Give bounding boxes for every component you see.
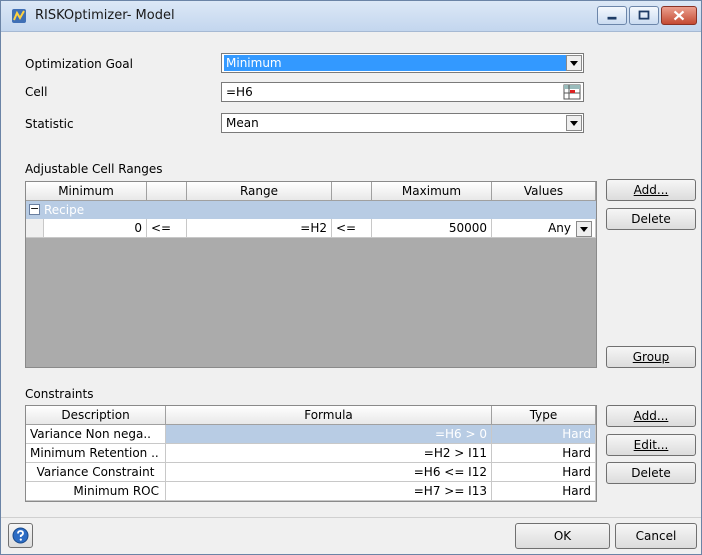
delete-constraint-button[interactable]: Delete: [606, 462, 696, 484]
constraint-description-cell[interactable]: Minimum Retention ..: [26, 444, 166, 463]
constraint-type-cell[interactable]: Hard: [492, 425, 596, 444]
minimize-button[interactable]: [597, 6, 627, 25]
footer-divider: [1, 517, 701, 518]
constraint-formula-cell[interactable]: =H6 > 0: [166, 425, 492, 444]
constraint-description-cell[interactable]: Minimum ROC: [26, 482, 166, 501]
adjustable-cell-ranges-label: Adjustable Cell Ranges: [25, 162, 163, 176]
window-title: RISKOptimizer- Model: [35, 8, 175, 23]
optimization-goal-label: Optimization Goal: [25, 57, 133, 71]
cancel-button-label: Cancel: [635, 529, 677, 543]
delete-range-button-label: Delete: [631, 212, 671, 226]
constraint-type-cell[interactable]: Hard: [492, 463, 596, 482]
cell-picker-icon[interactable]: [563, 84, 581, 100]
group-label: Recipe: [44, 203, 85, 217]
minimize-icon: [607, 16, 617, 20]
optimization-goal-value: Minimum: [224, 55, 581, 71]
edit-constraint-button-label: Edit...: [633, 438, 669, 452]
statistic-label: Statistic: [25, 117, 74, 131]
risk-optimizer-model-dialog: RISKOptimizer- Model Optimization Goal M…: [0, 0, 702, 555]
range-min-cell[interactable]: 0: [44, 219, 147, 238]
edit-constraint-button[interactable]: Edit...: [606, 434, 696, 456]
chevron-down-icon[interactable]: [576, 221, 592, 237]
col-header-operator-2[interactable]: [332, 182, 372, 201]
col-header-operator-1[interactable]: [147, 182, 187, 201]
add-constraint-button[interactable]: Add...: [606, 405, 696, 427]
col-header-maximum[interactable]: Maximum: [372, 182, 492, 201]
add-range-button-label: Add...: [633, 183, 669, 197]
title-bar[interactable]: RISKOptimizer- Model: [1, 1, 701, 32]
col-header-values[interactable]: Values: [492, 182, 596, 201]
ok-button[interactable]: OK: [515, 523, 610, 549]
constraint-description-cell[interactable]: Variance Constraint: [26, 463, 166, 482]
cell-label: Cell: [25, 85, 48, 99]
statistic-select[interactable]: Mean: [221, 113, 584, 133]
ok-button-label: OK: [553, 529, 572, 543]
constraint-type-cell[interactable]: Hard: [492, 444, 596, 463]
group-button-label: Group: [632, 350, 670, 364]
delete-range-button[interactable]: Delete: [606, 208, 696, 230]
maximize-button[interactable]: [629, 6, 659, 25]
col-header-formula[interactable]: Formula: [166, 406, 492, 425]
col-header-minimum[interactable]: Minimum: [26, 182, 147, 201]
col-header-type[interactable]: Type: [492, 406, 596, 425]
cancel-button[interactable]: Cancel: [615, 523, 697, 549]
group-row-recipe[interactable]: Recipe: [26, 201, 596, 219]
constraint-description-cell[interactable]: Variance Non nega..: [26, 425, 166, 444]
add-range-button[interactable]: Add...: [606, 179, 696, 201]
range-values-value: Any: [548, 221, 571, 235]
range-operator-2-cell[interactable]: <=: [332, 219, 372, 238]
help-icon: [12, 527, 29, 544]
cell-reference-value: =H6: [226, 85, 253, 99]
delete-constraint-button-label: Delete: [631, 466, 671, 480]
riskoptimizer-app-icon: [12, 9, 26, 23]
close-icon: [673, 10, 685, 21]
row-selector[interactable]: [26, 219, 44, 238]
col-header-description[interactable]: Description: [26, 406, 166, 425]
add-constraint-button-label: Add...: [633, 409, 669, 423]
range-operator-1-cell[interactable]: <=: [147, 219, 187, 238]
constraint-formula-cell[interactable]: =H7 >= I13: [166, 482, 492, 501]
group-button[interactable]: Group: [606, 346, 696, 368]
maximize-icon: [638, 10, 650, 20]
statistic-value: Mean: [226, 116, 259, 130]
constraint-formula-cell[interactable]: =H6 <= I12: [166, 463, 492, 482]
range-max-cell[interactable]: 50000: [372, 219, 492, 238]
constraints-grid: Description Formula Type Variance Non ne…: [25, 405, 597, 502]
help-button[interactable]: [8, 523, 33, 548]
range-cell[interactable]: =H2: [187, 219, 332, 238]
adjustable-cell-ranges-grid: Minimum Range Maximum Values Recipe − 0 …: [25, 181, 597, 368]
cell-reference-input[interactable]: =H6: [221, 82, 584, 102]
close-button[interactable]: [661, 6, 697, 25]
constraint-formula-cell[interactable]: =H2 > I11: [166, 444, 492, 463]
collapse-icon[interactable]: −: [29, 203, 40, 215]
chevron-down-icon[interactable]: [566, 115, 582, 131]
col-header-range[interactable]: Range: [187, 182, 332, 201]
chevron-down-icon[interactable]: [566, 55, 582, 71]
optimization-goal-select[interactable]: Minimum: [221, 53, 584, 73]
constraint-type-cell[interactable]: Hard: [492, 482, 596, 501]
constraints-label: Constraints: [25, 387, 94, 401]
